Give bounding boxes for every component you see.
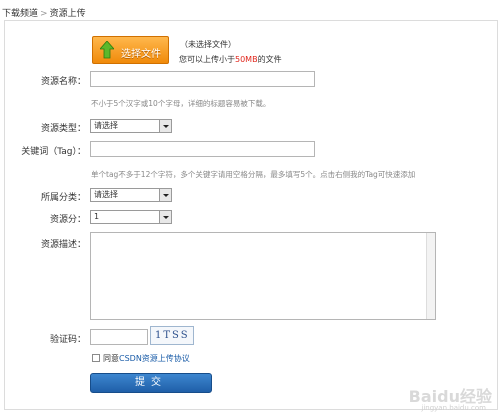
captcha-image[interactable]: 1TSS (150, 326, 194, 345)
category-label: 所属分类： (40, 193, 86, 203)
category-selected: 请选择 (94, 190, 118, 199)
submit-button[interactable]: 提交 (90, 373, 212, 393)
breadcrumb: 下载频道 > 资源上传 (2, 6, 86, 19)
captcha-label: 验证码： (49, 335, 86, 345)
baidu-watermark-url: jingyan.baidu.com (421, 404, 486, 412)
resource-type-select[interactable]: 请选择 (90, 119, 172, 133)
upload-arrow-icon (100, 41, 114, 59)
captcha-input[interactable] (90, 329, 148, 345)
keyword-input[interactable] (90, 141, 315, 157)
captcha-image-text: 1TSS (155, 330, 190, 341)
chevron-down-icon (159, 211, 171, 223)
category-select[interactable]: 请选择 (90, 188, 172, 202)
agree-label: 同意 (103, 354, 119, 363)
description-label: 资源描述： (40, 240, 86, 250)
description-textarea[interactable] (90, 232, 436, 320)
chevron-down-icon (159, 120, 171, 132)
size-limit-prefix: 您可以上传小于 (179, 55, 235, 64)
score-label: 资源分： (49, 215, 86, 225)
size-limit-value: 50MB (235, 55, 258, 64)
breadcrumb-current: 资源上传 (49, 9, 86, 19)
resource-name-hint: 不小于5个汉字或10个字母，详细的标题容易被下载。 (91, 99, 271, 108)
resource-name-input[interactable] (90, 71, 315, 87)
file-status: （未选择文件） (180, 40, 236, 49)
keyword-label: 关键词（Tag）： (21, 147, 86, 157)
chevron-down-icon (159, 189, 171, 201)
size-limit-text: 您可以上传小于50MB的文件 (179, 54, 282, 65)
choose-file-button[interactable]: 选择文件 (92, 36, 169, 64)
description-scrollbar[interactable] (426, 233, 435, 319)
agreement-text: 同意CSDN资源上传协议 (103, 353, 190, 364)
choose-file-label: 选择文件 (121, 49, 161, 60)
score-select[interactable]: 1 (90, 210, 172, 224)
resource-name-label: 资源名称： (40, 77, 86, 87)
breadcrumb-section-link[interactable]: 下载频道 (2, 9, 38, 19)
upload-agreement-link[interactable]: CSDN资源上传协议 (119, 354, 190, 363)
keyword-hint: 单个tag不多于12个字符，多个关键字请用空格分隔，最多填写5个。点击右侧我的T… (91, 170, 416, 179)
resource-type-label: 资源类型： (40, 124, 86, 134)
agree-checkbox[interactable] (92, 354, 100, 362)
size-limit-suffix: 的文件 (257, 55, 282, 64)
resource-type-selected: 请选择 (94, 121, 118, 130)
breadcrumb-separator: > (40, 9, 48, 19)
score-selected: 1 (94, 212, 100, 221)
